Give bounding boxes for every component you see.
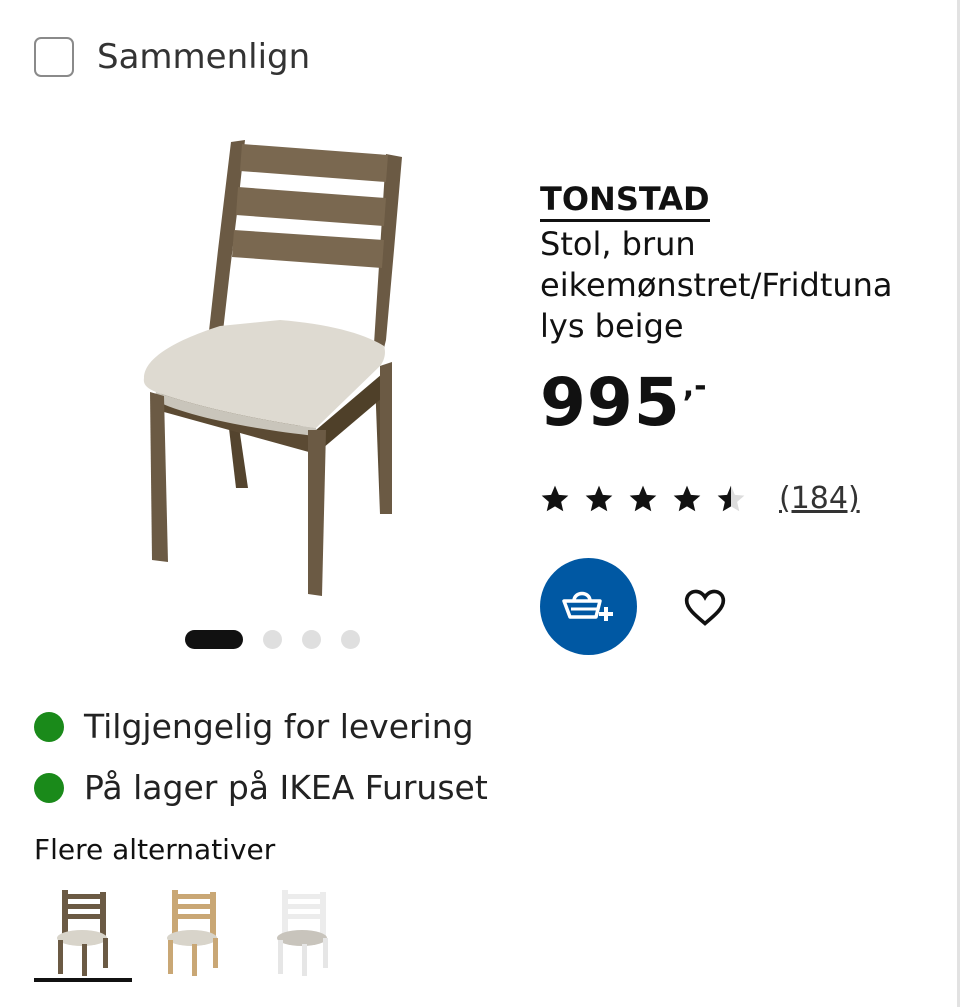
price-suffix: ,- — [682, 369, 707, 404]
availability-list: Tilgjengelig for levering På lager på IK… — [34, 696, 488, 818]
star-icon — [585, 485, 613, 511]
carousel-dots — [185, 630, 360, 649]
heart-icon[interactable] — [682, 585, 728, 629]
product-image[interactable] — [130, 130, 500, 610]
carousel-dot-active[interactable] — [185, 630, 243, 649]
star-icon — [629, 485, 657, 511]
half-star-icon — [717, 485, 745, 511]
status-dot — [34, 772, 64, 803]
add-to-cart-button[interactable] — [540, 558, 637, 655]
variant-thumbnail — [277, 890, 328, 976]
carousel-dot[interactable] — [341, 630, 360, 649]
product-info: TONSTAD Stol, brun eikemønstret/Fridtuna… — [540, 180, 950, 347]
compare-label: Sammenlign — [97, 37, 311, 77]
star-icon — [541, 485, 569, 511]
review-count-link[interactable]: (184) — [779, 481, 860, 516]
alternatives-title: Flere alternativer — [34, 833, 276, 866]
alternatives-list — [34, 882, 364, 982]
alternative-variant[interactable] — [254, 882, 352, 982]
selected-indicator — [34, 978, 132, 982]
product-description: Stol, brun eikemønstret/Fridtuna lys bei… — [540, 225, 893, 345]
price: 995 ,- — [540, 365, 707, 441]
variant-thumbnail — [57, 890, 108, 976]
alternative-variant[interactable] — [144, 882, 242, 982]
availability-text: Tilgjengelig for levering — [84, 707, 474, 746]
availability-delivery: Tilgjengelig for levering — [34, 696, 488, 757]
compare-toggle[interactable]: Sammenlign — [34, 37, 310, 77]
availability-text: På lager på IKEA Furuset — [84, 768, 488, 807]
star-icon — [673, 485, 701, 511]
carousel-dot[interactable] — [263, 630, 282, 649]
add-to-cart-icon — [561, 591, 613, 621]
availability-store[interactable]: På lager på IKEA Furuset — [34, 757, 488, 818]
compare-checkbox[interactable] — [34, 37, 74, 77]
alternative-variant[interactable] — [34, 882, 132, 982]
carousel-dot[interactable] — [302, 630, 321, 649]
price-value: 995 — [540, 364, 681, 441]
variant-thumbnail — [167, 890, 218, 976]
status-dot — [34, 711, 64, 742]
product-name-link[interactable]: TONSTAD — [540, 180, 710, 222]
rating-row[interactable]: (184) — [539, 481, 860, 516]
